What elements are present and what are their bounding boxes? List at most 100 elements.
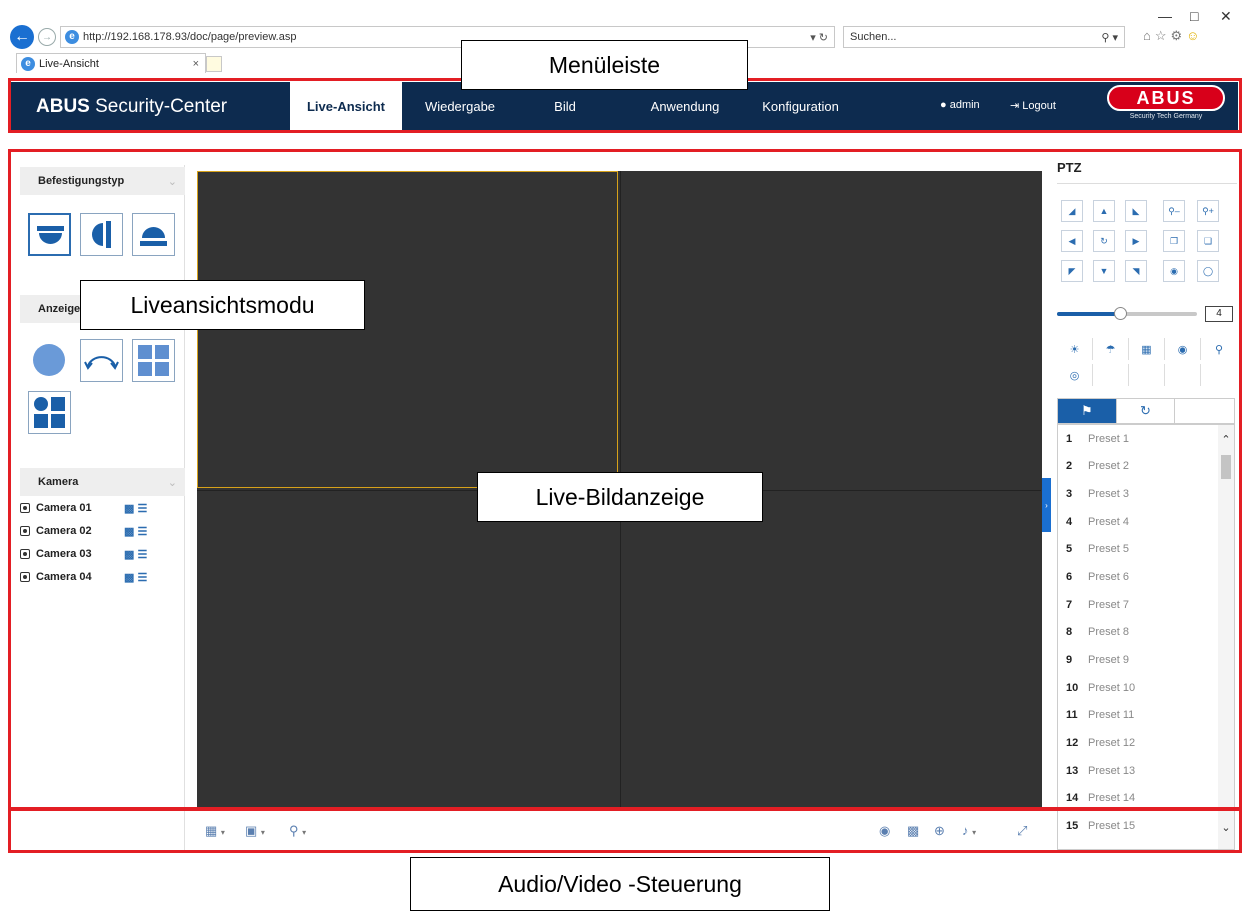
fullscreen-icon[interactable]: ⤢ [1017,823,1027,839]
ptz-down-icon[interactable]: ▼ [1093,260,1115,282]
ptz-up-right-icon[interactable]: ◣ [1125,200,1147,222]
microphone-icon[interactable]: ⚲ ▾ [289,823,306,839]
collapse-ptz-icon[interactable]: › [1042,478,1051,532]
preset-number: 5 [1066,542,1073,555]
preset-row[interactable]: 1 Preset 1 [1058,425,1218,452]
preset-row[interactable]: 12 Preset 12 [1058,729,1218,756]
auto-focus-icon[interactable]: ▦ [1129,338,1165,360]
3d-zoom-icon[interactable]: ⚲ [1201,338,1237,360]
search-input[interactable]: Suchen... ⚲ ▾ [843,26,1125,48]
preset-row[interactable]: 11 Preset 11 [1058,701,1218,728]
record-info-icons[interactable]: ▩ ☰ [124,525,147,538]
scroll-up-icon[interactable]: ⌃ [1218,433,1234,449]
wiper-icon[interactable]: ☂ [1093,338,1129,360]
browser-tab[interactable]: e Live-Ansicht × [16,53,206,73]
search-placeholder: Suchen... [850,31,897,43]
ptz-left-icon[interactable]: ◀ [1061,230,1083,252]
preset-row[interactable]: 4 Preset 4 [1058,508,1218,535]
window-split-icon[interactable]: ▦ ▾ [205,823,225,839]
menu-call-icon[interactable]: ◎ [1057,364,1093,386]
panorama-view-button[interactable] [80,339,123,382]
preset-row[interactable]: 10 Preset 10 [1058,674,1218,701]
iris-close-icon[interactable]: ◉ [1163,260,1185,282]
zoom-out-icon[interactable]: ⚲– [1163,200,1185,222]
maximize-icon[interactable]: □ [1190,8,1198,24]
preset-row[interactable]: 6 Preset 6 [1058,563,1218,590]
ptz-down-left-icon[interactable]: ◤ [1061,260,1083,282]
camera-header[interactable]: Kamera ⌄ [20,468,185,496]
quad-view-button[interactable] [132,339,175,382]
preset-scrollbar[interactable]: ⌃ ⌄ [1218,425,1234,849]
video-window-3[interactable] [197,490,618,807]
capture-icon[interactable]: ◉ [879,823,890,839]
minimize-icon[interactable]: — [1158,8,1172,24]
slider-thumb[interactable] [1114,307,1127,320]
preset-row[interactable]: 9 Preset 9 [1058,646,1218,673]
user-link[interactable]: ● admin [940,99,980,111]
ptz-up-icon[interactable]: ▲ [1093,200,1115,222]
focus-near-icon[interactable]: ❐ [1163,230,1185,252]
lens-init-icon[interactable]: ◉ [1165,338,1201,360]
forward-arrow-icon[interactable]: → [38,28,56,46]
video-window-4[interactable] [620,490,1041,807]
camera-row[interactable]: Camera 02 ▩ ☰ [20,521,185,541]
preset-row[interactable]: 8 Preset 8 [1058,618,1218,645]
refresh-icon[interactable]: ▾ ↻ [810,31,828,44]
logout-link[interactable]: ⇥ Logout [1010,99,1056,112]
back-arrow-icon[interactable]: ← [10,25,34,49]
light-icon[interactable]: ☀ [1057,338,1093,360]
preset-row[interactable]: 2 Preset 2 [1058,452,1218,479]
new-tab-icon[interactable] [206,56,222,72]
volume-icon[interactable]: ♪ ▾ [962,823,976,838]
desk-mount-button[interactable] [132,213,175,256]
preset-name: Preset 5 [1088,542,1129,555]
menu-configuration[interactable]: Konfiguration [748,82,853,130]
iris-open-icon[interactable]: ◯ [1197,260,1219,282]
record-info-icons[interactable]: ▩ ☰ [124,571,147,584]
ptz-up-left-icon[interactable]: ◢ [1061,200,1083,222]
slider-fill [1057,312,1120,316]
zoom-in-icon[interactable]: ⚲+ [1197,200,1219,222]
record-info-icons[interactable]: ▩ ☰ [124,502,147,515]
camera-name: Camera 03 [36,548,92,560]
ptz-right-icon[interactable]: ▶ [1125,230,1147,252]
preset-row[interactable]: 13 Preset 13 [1058,757,1218,784]
preset-row[interactable]: 5 Preset 5 [1058,535,1218,562]
camera-row[interactable]: Camera 03 ▩ ☰ [20,544,185,564]
preset-row[interactable]: 3 Preset 3 [1058,480,1218,507]
zoom-icon[interactable]: ⊕ [934,823,945,839]
patrol-tab-refresh-icon[interactable]: ↻ [1117,399,1176,423]
preset-row[interactable]: 7 Preset 7 [1058,591,1218,618]
search-icon[interactable]: ⚲ ▾ [1101,31,1118,44]
preset-list: 1 Preset 1 2 Preset 2 3 Preset 3 4 Preset 4 … [1057,424,1235,850]
scroll-thumb[interactable] [1221,455,1231,479]
ceiling-mount-button[interactable] [28,213,71,256]
preset-row[interactable]: 14 Preset 14 [1058,784,1218,811]
stream-type-icon[interactable]: ▣ ▾ [245,823,265,839]
auto-pan-icon[interactable]: ↻ [1093,230,1115,252]
mount-type-header[interactable]: Befestigungstyp ⌄ [20,167,185,195]
circle-grid-icon [34,397,65,428]
preset-row[interactable]: 15 Preset 15 [1058,812,1218,839]
ptz-down-right-icon[interactable]: ◥ [1125,260,1147,282]
focus-far-icon[interactable]: ❏ [1197,230,1219,252]
tab-close-icon[interactable]: × [193,58,199,70]
home-star-gear-icons[interactable]: ⌂☆⚙☺ [1143,28,1203,44]
close-window-icon[interactable]: ✕ [1220,8,1232,25]
preset-number: 11 [1066,708,1078,721]
ptz-speed-slider[interactable] [1057,307,1197,320]
preset-name: Preset 10 [1088,681,1136,694]
camera-row[interactable]: Camera 04 ▩ ☰ [20,567,185,587]
scroll-down-icon[interactable]: ⌄ [1218,821,1234,837]
preset-name: Preset 4 [1088,515,1129,528]
video-window-2[interactable] [620,171,1041,488]
mixed-view-button[interactable] [28,391,71,434]
record-icon[interactable]: ▩ [907,823,919,839]
menu-live-view[interactable]: Live-Ansicht [290,82,402,130]
record-info-icons[interactable]: ▩ ☰ [124,548,147,561]
camera-row[interactable]: Camera 01 ▩ ☰ [20,498,185,518]
preset-tab-flag-icon[interactable]: ⚑ [1058,399,1117,423]
single-view-button[interactable] [28,339,71,382]
preset-number: 2 [1066,459,1073,472]
wall-mount-button[interactable] [80,213,123,256]
